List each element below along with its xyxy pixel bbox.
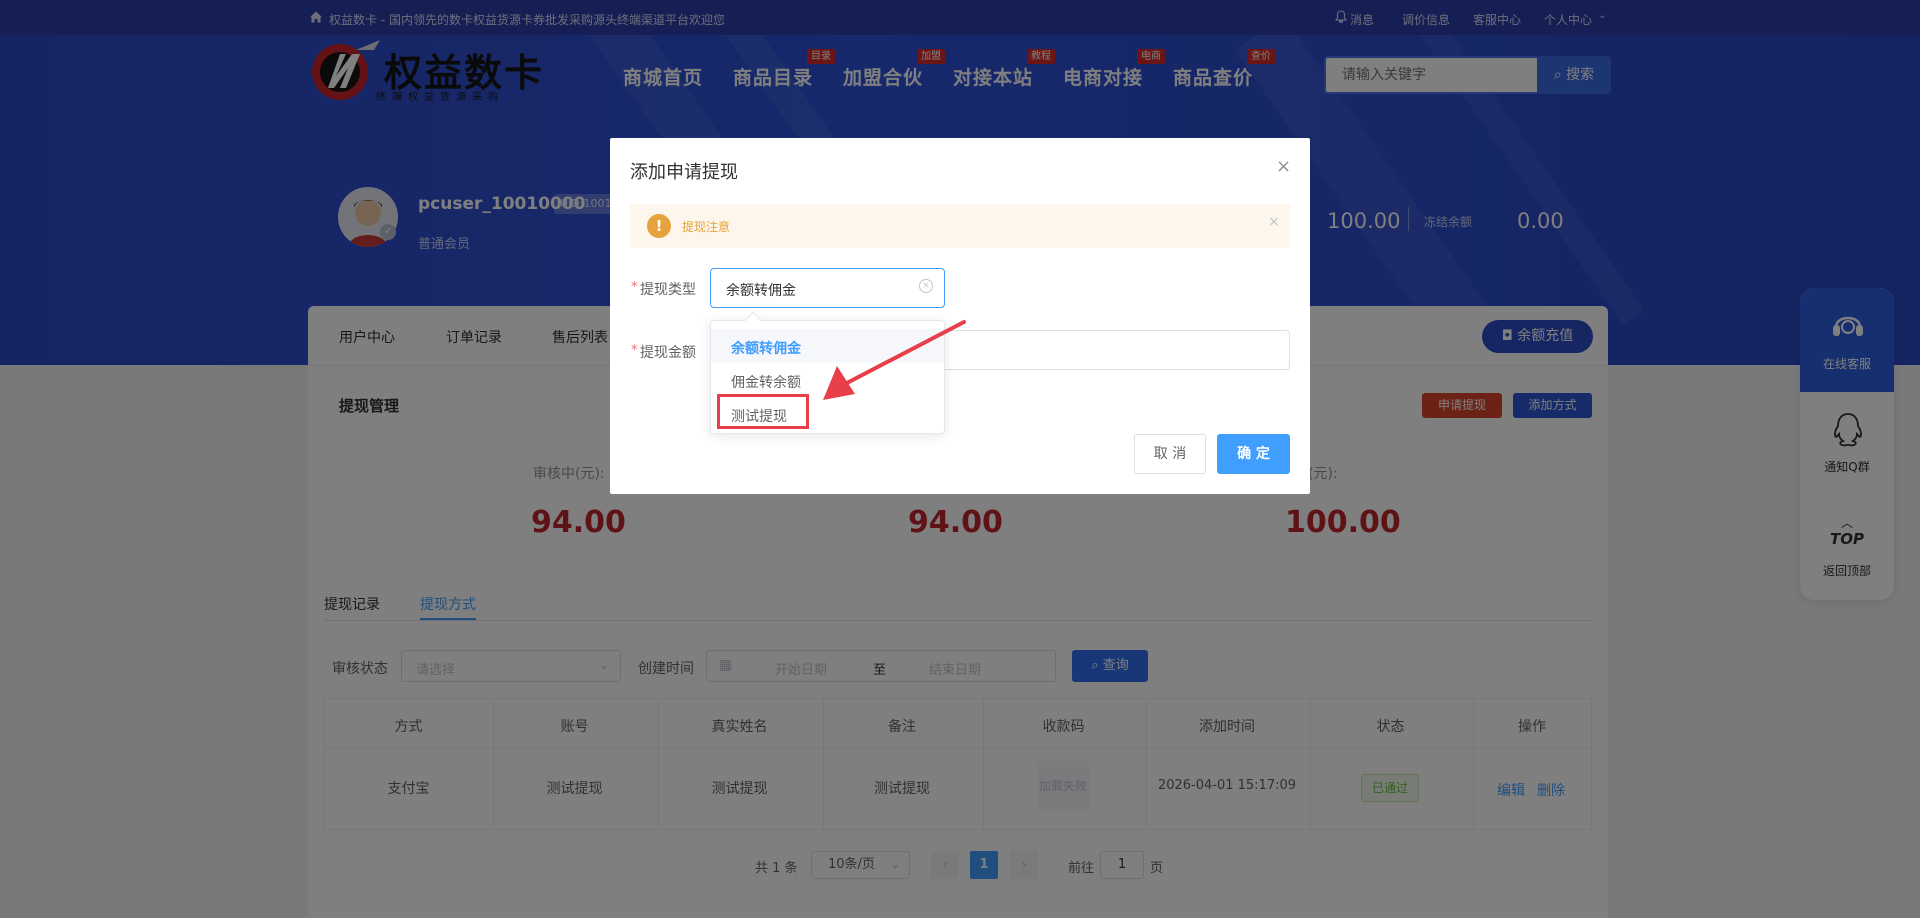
warning-icon: ! bbox=[647, 214, 671, 238]
dropdown-option[interactable]: 佣金转余额 bbox=[731, 372, 801, 392]
type-select[interactable]: 余额转佣金 × bbox=[710, 268, 945, 308]
annotation-arrow-icon bbox=[823, 320, 966, 400]
alert-box: ! 提现注意 × bbox=[630, 204, 1290, 248]
type-required-mark: * bbox=[631, 280, 638, 295]
annotation-highlight-box bbox=[717, 394, 809, 429]
close-icon[interactable]: × bbox=[1276, 156, 1291, 177]
alert-text: 提现注意 bbox=[682, 220, 731, 234]
amount-required-mark: * bbox=[631, 343, 638, 358]
withdraw-dialog: 添加申请提现 × ! 提现注意 × * 提现类型 余额转佣金 × * 提现金额 … bbox=[610, 138, 1310, 494]
dialog-title: 添加申请提现 bbox=[630, 162, 738, 183]
dropdown-option-label: 余额转佣金 bbox=[731, 341, 801, 357]
confirm-button[interactable]: 确 定 bbox=[1217, 434, 1290, 474]
clear-icon[interactable]: × bbox=[919, 279, 933, 293]
type-select-value: 余额转佣金 bbox=[726, 283, 796, 299]
type-label: 提现类型 bbox=[640, 282, 696, 298]
amount-label: 提现金额 bbox=[640, 345, 696, 361]
alert-close-icon[interactable]: × bbox=[1268, 214, 1280, 230]
cancel-button[interactable]: 取 消 bbox=[1134, 434, 1206, 474]
